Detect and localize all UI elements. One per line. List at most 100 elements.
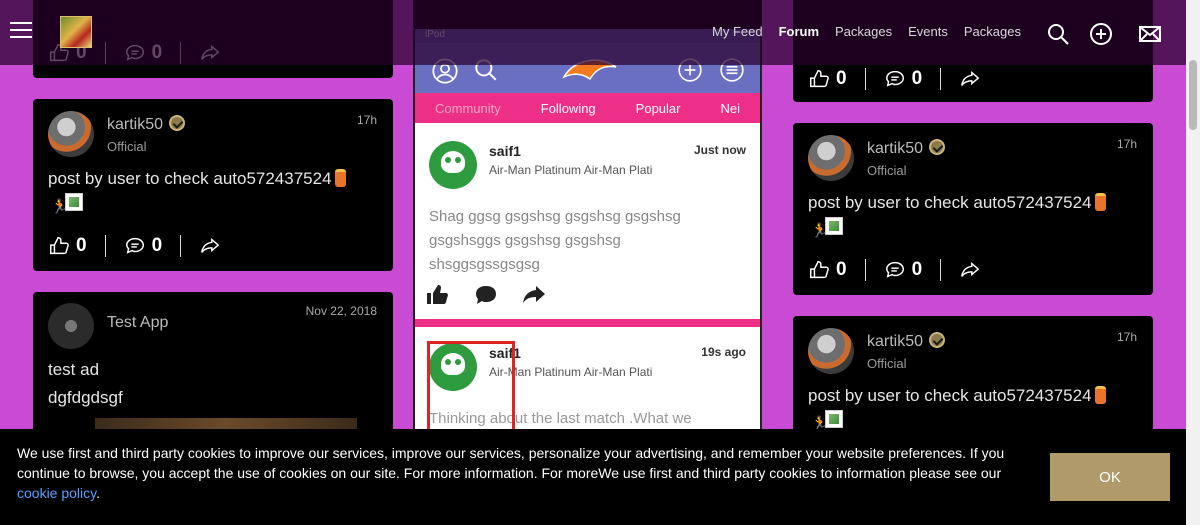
highlight-box bbox=[427, 341, 515, 429]
share-button[interactable] bbox=[959, 259, 981, 281]
comment-icon bbox=[125, 237, 144, 254]
nav-events[interactable]: Events bbox=[908, 24, 948, 39]
like-button[interactable]: 0 bbox=[808, 259, 847, 281]
skull-avatar-icon bbox=[429, 141, 477, 189]
username[interactable]: Test App bbox=[107, 314, 168, 332]
comment-icon bbox=[885, 261, 904, 278]
nav-packages[interactable]: Packages bbox=[835, 24, 892, 39]
avatar[interactable] bbox=[48, 111, 94, 157]
post-text-content: post by user to check auto572437524 bbox=[808, 386, 1092, 405]
tab-more: Nei bbox=[720, 100, 740, 116]
comment-button[interactable]: 0 bbox=[884, 68, 923, 90]
top-header: My Feed Forum Packages Events Packages bbox=[0, 0, 1186, 65]
thumbs-up-icon bbox=[810, 261, 829, 279]
avatar[interactable] bbox=[48, 303, 94, 349]
comment-button[interactable]: 0 bbox=[884, 259, 923, 281]
cookie-text-end: . bbox=[96, 485, 101, 501]
image-attachment[interactable] bbox=[825, 410, 843, 428]
user-role: Official bbox=[107, 139, 147, 154]
avatar[interactable] bbox=[808, 328, 854, 374]
divider bbox=[104, 235, 106, 257]
avatar[interactable] bbox=[808, 135, 854, 181]
post-actions: 0 0 bbox=[48, 235, 221, 257]
search-icon[interactable] bbox=[1046, 22, 1070, 46]
like-count: 0 bbox=[836, 68, 847, 89]
cookie-ok-button[interactable]: OK bbox=[1050, 453, 1170, 501]
post-author: kartik50 bbox=[867, 139, 946, 158]
embedded-post-body: Shag ggsg gsgshsg gsgshsg gsgshsg gsgshs… bbox=[429, 208, 681, 273]
post-text: test ad bbox=[48, 360, 100, 379]
share-button[interactable] bbox=[199, 235, 221, 257]
thumbs-up-icon bbox=[427, 285, 448, 304]
user-role: Official bbox=[867, 356, 907, 371]
image-attachment[interactable] bbox=[825, 217, 843, 235]
post-card[interactable]: kartik50 Official 17h post by user to ch… bbox=[33, 99, 393, 271]
page-scrollbar[interactable] bbox=[1186, 0, 1200, 525]
post-card[interactable]: Test App Nov 22, 2018 test ad dgfdgdsgf bbox=[33, 292, 393, 442]
like-count: 0 bbox=[76, 235, 87, 256]
username[interactable]: kartik50 bbox=[867, 140, 923, 157]
user-role: Official bbox=[867, 163, 907, 178]
mail-icon[interactable] bbox=[1138, 22, 1162, 46]
person-emoji-icon: 🏃 bbox=[811, 222, 829, 238]
share-icon bbox=[961, 70, 980, 86]
post-text-content: post by user to check auto572437524 bbox=[48, 169, 332, 188]
post-text-content: post by user to check auto572437524 bbox=[808, 193, 1092, 212]
divider bbox=[864, 68, 866, 90]
embedded-tabs: Community Following Popular Nei bbox=[415, 93, 760, 123]
site-logo[interactable] bbox=[60, 16, 92, 48]
hamburger-menu-icon[interactable] bbox=[10, 22, 32, 40]
comment-button[interactable]: 0 bbox=[124, 235, 163, 257]
add-post-icon[interactable] bbox=[1089, 22, 1113, 46]
username[interactable]: kartik50 bbox=[107, 116, 163, 133]
post-card[interactable]: kartik50 Official 17h post by user to ch… bbox=[793, 316, 1153, 446]
can-emoji-icon bbox=[334, 169, 346, 187]
tab-following: Following bbox=[540, 100, 596, 116]
like-button[interactable]: 0 bbox=[808, 68, 847, 90]
share-icon bbox=[961, 261, 980, 277]
embedded-post-sub: Air-Man Platinum Air-Man Plati bbox=[489, 163, 653, 177]
post-time: 17h bbox=[356, 113, 377, 127]
post-card[interactable]: kartik50 Official 17h post by user to ch… bbox=[793, 123, 1153, 295]
post-time: 17h bbox=[1116, 330, 1137, 344]
comment-count: 0 bbox=[151, 235, 163, 256]
cookie-text: We use first and third party cookies to … bbox=[17, 445, 1005, 481]
share-icon bbox=[201, 237, 220, 253]
cookie-message: We use first and third party cookies to … bbox=[17, 443, 1007, 503]
cookie-policy-link[interactable]: cookie policy bbox=[17, 485, 96, 501]
embedded-post-time: 19s ago bbox=[701, 345, 746, 359]
verified-badge-icon bbox=[929, 332, 946, 348]
username[interactable]: kartik50 bbox=[867, 333, 923, 350]
scrollbar-thumb[interactable] bbox=[1189, 60, 1197, 130]
nav-packages-2[interactable]: Packages bbox=[964, 24, 1021, 39]
comment-count: 0 bbox=[911, 68, 923, 89]
post-time: Nov 22, 2018 bbox=[305, 304, 377, 318]
image-attachment[interactable] bbox=[65, 193, 83, 211]
tab-community: Community bbox=[435, 100, 501, 116]
nav-forum[interactable]: Forum bbox=[779, 24, 819, 39]
embedded-divider bbox=[415, 319, 760, 327]
embedded-post: saif1 Air-Man Platinum Air-Man Plati Jus… bbox=[415, 123, 760, 313]
thumbs-up-icon bbox=[50, 237, 69, 255]
divider bbox=[940, 68, 942, 90]
embedded-post-time: Just now bbox=[693, 143, 746, 157]
post-image-screenshot[interactable]: iPod Community Following Popular Nei sai… bbox=[413, 29, 762, 429]
post-text: post by user to check auto572437524 bbox=[808, 386, 1106, 406]
can-emoji-icon bbox=[1094, 386, 1106, 404]
divider bbox=[864, 259, 866, 281]
nav-my-feed[interactable]: My Feed bbox=[712, 24, 763, 39]
share-icon bbox=[523, 286, 545, 303]
post-text: post by user to check auto572437524 bbox=[808, 193, 1106, 213]
post-attachments: 🏃 bbox=[811, 217, 843, 240]
cookie-banner: We use first and third party cookies to … bbox=[0, 429, 1186, 525]
main-nav: My Feed Forum Packages Events Packages bbox=[712, 24, 1037, 39]
comment-icon bbox=[476, 286, 496, 304]
like-button[interactable]: 0 bbox=[48, 235, 87, 257]
post-time: 17h bbox=[1116, 137, 1137, 151]
share-button[interactable] bbox=[959, 68, 981, 90]
post-author: kartik50 bbox=[107, 115, 186, 134]
embedded-post-name: saif1 bbox=[489, 143, 521, 159]
verified-badge-icon bbox=[929, 139, 946, 155]
divider bbox=[180, 235, 182, 257]
comment-count: 0 bbox=[911, 259, 923, 280]
